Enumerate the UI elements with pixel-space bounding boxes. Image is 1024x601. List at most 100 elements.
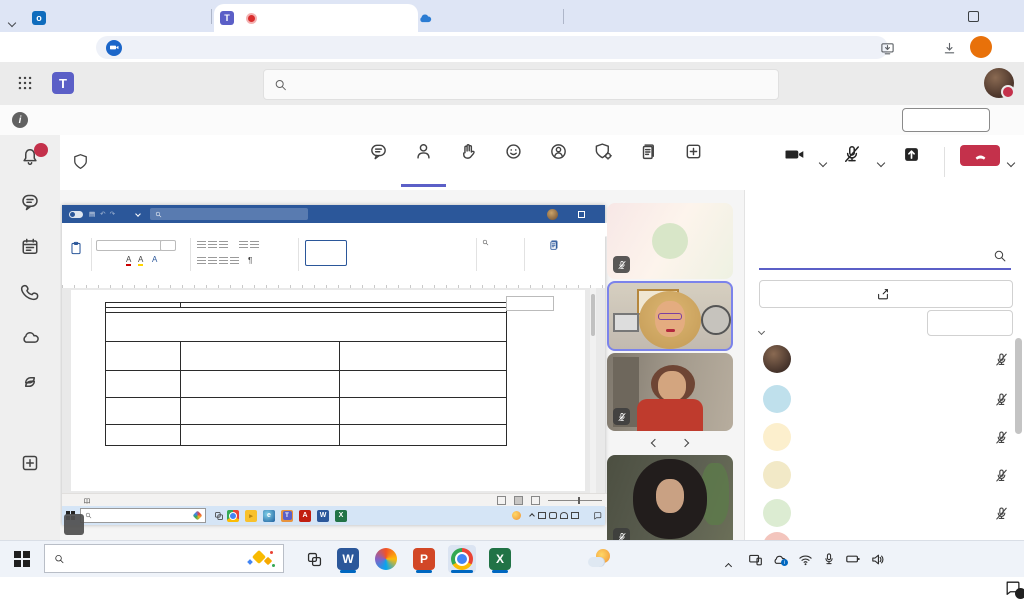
edge-icon[interactable]: e: [263, 510, 275, 522]
undo-icon[interactable]: ↶: [100, 210, 105, 218]
browser-tab-document[interactable]: [568, 6, 730, 30]
waffle-icon[interactable]: [16, 74, 34, 92]
shared-taskbar-search[interactable]: [80, 508, 206, 523]
mic-muted-icon[interactable]: [994, 391, 1009, 409]
view-button[interactable]: [536, 142, 581, 184]
mute-all-button[interactable]: [927, 310, 1013, 336]
participant-row[interactable]: [745, 456, 1024, 494]
mic-muted-icon[interactable]: [994, 429, 1009, 447]
document-page[interactable]: [71, 290, 585, 491]
create-pdf-icon[interactable]: [548, 239, 560, 251]
mic-muted-icon[interactable]: [994, 467, 1009, 485]
browser-tab-teams-active[interactable]: T: [214, 4, 418, 32]
video-tile-participant[interactable]: [607, 455, 733, 540]
teams-search-input[interactable]: [295, 77, 768, 92]
participant-row[interactable]: [745, 380, 1024, 418]
more-button[interactable]: [716, 142, 761, 184]
apps-button[interactable]: [671, 142, 716, 184]
pager-previous-icon[interactable]: [651, 439, 659, 447]
align-icons[interactable]: [196, 256, 240, 268]
video-tile-speaking[interactable]: [607, 281, 733, 351]
zoom-slider[interactable]: [548, 500, 602, 501]
redo-icon[interactable]: ↷: [110, 210, 115, 218]
address-bar[interactable]: [96, 36, 888, 59]
share-button[interactable]: [902, 145, 921, 166]
task-view-button[interactable]: [300, 545, 328, 573]
paste-icon[interactable]: [69, 240, 83, 256]
browser-tab-onedrive[interactable]: [412, 6, 572, 30]
teams-profile-avatar[interactable]: [984, 68, 1014, 98]
window-close-button[interactable]: [990, 0, 1024, 32]
taskbar-search-box[interactable]: [44, 544, 284, 573]
sidebar-item-copilot[interactable]: [0, 372, 60, 393]
excel-taskbar-icon[interactable]: X: [335, 510, 347, 522]
mic-button[interactable]: [842, 144, 862, 166]
pager-next-icon[interactable]: [681, 439, 689, 447]
find-button[interactable]: [482, 239, 489, 246]
leave-options-chevron[interactable]: [1008, 153, 1014, 171]
window-restore-button[interactable]: [956, 0, 990, 32]
highlight-button[interactable]: A: [138, 255, 143, 266]
notification-center-button[interactable]: [998, 573, 1024, 601]
shared-taskbar-weather[interactable]: [512, 511, 524, 520]
browser-profile-avatar[interactable]: [970, 36, 992, 58]
participant-search-box[interactable]: [759, 244, 1011, 270]
battery-tray-icon[interactable]: [842, 545, 864, 573]
participants-scrollbar[interactable]: [1015, 338, 1022, 434]
word-restore-button[interactable]: [575, 211, 588, 218]
tab-search-caret[interactable]: [9, 13, 15, 31]
devices-tray-icon[interactable]: [744, 545, 766, 573]
indent-icons[interactable]: [238, 240, 260, 252]
font-name-box[interactable]: [96, 240, 162, 251]
browser-tab-outlook[interactable]: o: [26, 6, 222, 30]
style-normal[interactable]: [305, 240, 347, 266]
task-view-icon[interactable]: [214, 511, 224, 521]
participant-row[interactable]: [745, 418, 1024, 456]
view-read-icon[interactable]: [497, 496, 506, 505]
mic-tray-icon[interactable]: [818, 545, 840, 573]
notes-button[interactable]: [626, 142, 671, 184]
save-icon[interactable]: ▤: [89, 210, 95, 218]
sidebar-item-calendar[interactable]: [0, 237, 60, 258]
section-collapse-chevron[interactable]: [759, 321, 764, 339]
word-taskbar-icon[interactable]: W: [317, 510, 329, 522]
taskbar-search-input[interactable]: [73, 551, 240, 566]
chat-button[interactable]: [356, 142, 401, 184]
teams-sharing-icon[interactable]: T: [281, 510, 293, 522]
wifi-tray-icon[interactable]: [794, 545, 816, 573]
camera-button[interactable]: [782, 145, 808, 166]
sidebar-item-onedrive[interactable]: [0, 327, 60, 348]
leave-button[interactable]: [960, 145, 1000, 170]
start-button[interactable]: [8, 545, 36, 573]
download-now-button[interactable]: [902, 108, 990, 132]
mic-muted-icon[interactable]: [994, 505, 1009, 523]
participant-row[interactable]: [745, 340, 1024, 378]
controls-button[interactable]: [581, 142, 626, 184]
react-button[interactable]: [491, 142, 536, 184]
participant-row[interactable]: [745, 494, 1024, 532]
video-tile-initials[interactable]: [607, 203, 733, 279]
share-invite-button[interactable]: [759, 280, 1013, 308]
mic-muted-icon[interactable]: [994, 351, 1009, 369]
acrobat-icon[interactable]: A: [299, 510, 311, 522]
scrollbar-thumb[interactable]: [591, 294, 595, 336]
word-taskbar-button[interactable]: W: [334, 545, 362, 573]
document-scrollbar[interactable]: [590, 288, 596, 493]
copilot-taskbar-button[interactable]: [372, 545, 400, 573]
participant-search-input[interactable]: [763, 249, 987, 264]
chrome-icon[interactable]: [227, 510, 239, 522]
sidebar-item-activity[interactable]: [0, 147, 60, 168]
word-search-box[interactable]: [150, 208, 308, 220]
install-app-icon[interactable]: [880, 39, 895, 56]
font-size-box[interactable]: [160, 240, 176, 251]
font-color-button[interactable]: A: [126, 255, 131, 266]
chrome-taskbar-button-active[interactable]: [448, 545, 476, 573]
onedrive-tray-icon[interactable]: i: [768, 545, 790, 573]
taskbar-weather-widget[interactable]: [588, 541, 618, 577]
downloads-icon[interactable]: [942, 39, 957, 56]
people-button[interactable]: [401, 142, 446, 187]
powerpoint-taskbar-button[interactable]: P: [410, 545, 438, 573]
autosave-toggle[interactable]: [69, 211, 83, 218]
window-minimize-button[interactable]: [922, 0, 956, 32]
notification-icon[interactable]: [593, 511, 602, 520]
